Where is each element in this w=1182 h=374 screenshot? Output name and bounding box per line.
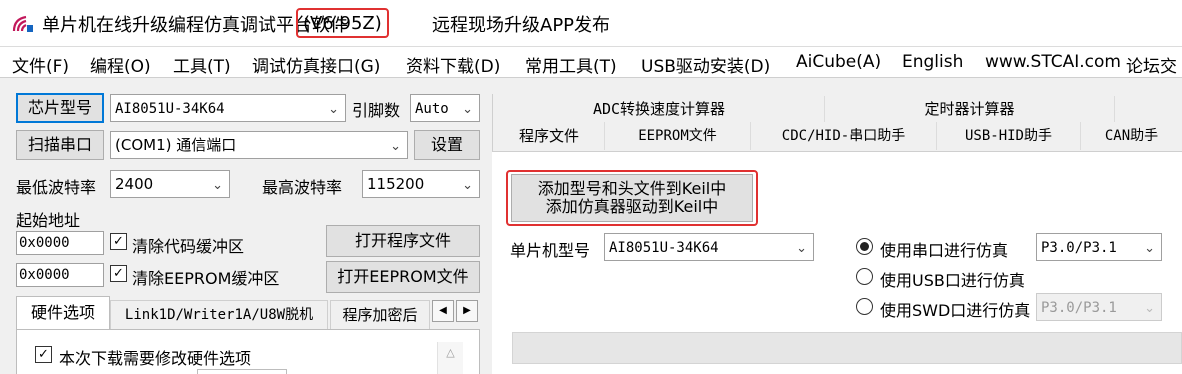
serial-pins-select[interactable]: P3.0/P3.1 ⌄ (1036, 233, 1162, 261)
max-baud-value: 115200 (367, 175, 425, 193)
pin-count-label: 引脚数 (352, 101, 401, 120)
menu-aicube[interactable]: AiCube(A) (796, 52, 881, 72)
tab-hardware-options[interactable]: 硬件选项 (16, 296, 110, 330)
max-baud-select[interactable]: 115200 ⌄ (362, 170, 480, 198)
add-to-keil-button[interactable]: 添加型号和头文件到Keil中 添加仿真器驱动到Keil中 (511, 174, 753, 222)
start-address-label: 起始地址 (16, 211, 81, 230)
menu-downloads[interactable]: 资料下载(D) (406, 52, 500, 77)
code-start-address-input[interactable]: 0x0000 (16, 231, 104, 255)
mcu-model-select[interactable]: AI8051U-34K64 ⌄ (604, 233, 814, 261)
menu-bar: 文件(F) 编程(O) 工具(T) 调试仿真接口(G) 资料下载(D) 常用工具… (0, 46, 1182, 78)
radio-swd-label: 使用SWD口进行仿真 (880, 301, 1031, 320)
radio-serial-debug[interactable] (856, 238, 873, 255)
min-baud-label: 最低波特率 (16, 178, 97, 197)
app-logo-icon (12, 15, 33, 32)
radio-serial-label: 使用串口进行仿真 (880, 241, 1009, 260)
version-label: (V6.95Z) (296, 8, 389, 38)
open-program-file-button[interactable]: 打开程序文件 (326, 225, 480, 257)
chevron-down-icon: ⌄ (390, 139, 401, 154)
open-eeprom-file-button[interactable]: 打开EEPROM文件 (326, 261, 480, 293)
tab-scroll-right-icon[interactable]: ▶ (456, 300, 478, 322)
debug-tab-panel: 添加型号和头文件到Keil中 添加仿真器驱动到Keil中 单片机型号 AI805… (492, 151, 1182, 374)
chevron-down-icon: ⌄ (1144, 241, 1155, 256)
menu-program[interactable]: 编程(O) (90, 52, 151, 77)
tab-offline-programmer[interactable]: Link1D/Writer1A/U8W脱机 (110, 300, 328, 330)
radio-usb-label: 使用USB口进行仿真 (880, 271, 1025, 290)
add-debugger-driver-label: 添加仿真器驱动到Keil中 (545, 197, 719, 216)
chevron-down-icon: ⌄ (328, 102, 339, 117)
chevron-down-icon: ⌄ (796, 241, 807, 256)
eeprom-start-address-input[interactable]: 0x0000 (16, 263, 104, 287)
pin-count-select[interactable]: Auto ⌄ (410, 94, 480, 122)
swd-pins-value: P3.0/P3.1 (1041, 300, 1117, 316)
title-announcement: 远程现场升级APP发布 (432, 15, 611, 36)
progress-area (512, 332, 1182, 364)
menu-usb-driver[interactable]: USB驱动安装(D) (641, 52, 770, 77)
clear-eeprom-label: 清除EEPROM缓冲区 (132, 269, 280, 288)
chip-model-button[interactable]: 芯片型号 (16, 93, 104, 123)
clear-code-label: 清除代码缓冲区 (132, 237, 245, 256)
mcu-model-value: AI8051U-34K64 (609, 240, 719, 256)
radio-swd-debug[interactable] (856, 298, 873, 315)
chevron-down-icon: ⌄ (462, 102, 473, 117)
menu-english[interactable]: English (902, 52, 963, 72)
tab-encryption[interactable]: 程序加密后 (330, 300, 430, 330)
chevron-down-icon: ⌄ (1144, 301, 1155, 316)
title-bar: 单片机在线升级编程仿真调试平台软件 (V6.95Z) 远程现场升级APP发布 (0, 0, 1182, 46)
radio-usb-debug[interactable] (856, 268, 873, 285)
tab-scroll-left-icon[interactable]: ◀ (432, 300, 454, 322)
serial-pins-value: P3.0/P3.1 (1041, 240, 1117, 256)
tab-usb-hid[interactable]: USB-HID助手 (936, 122, 1080, 150)
tab-hidden (1114, 96, 1182, 122)
modify-hw-options-checkbox[interactable]: ✓ (35, 346, 52, 363)
add-header-to-keil-label: 添加型号和头文件到Keil中 (537, 179, 727, 198)
tab-program-file[interactable]: 程序文件 (494, 122, 604, 150)
menu-forum[interactable]: 论坛交 (1126, 52, 1177, 77)
modify-hw-options-label: 本次下载需要修改硬件选项 (59, 349, 252, 368)
radio-selected-dot (860, 242, 869, 251)
min-baud-select[interactable]: 2400 ⌄ (110, 170, 230, 198)
settings-button[interactable]: 设置 (414, 130, 480, 160)
menu-tools[interactable]: 工具(T) (173, 52, 231, 77)
partial-control (197, 369, 287, 374)
tab-cdc-hid-serial[interactable]: CDC/HID-串口助手 (750, 122, 936, 150)
tab-can-helper[interactable]: CAN助手 (1080, 122, 1182, 150)
clear-code-checkbox[interactable]: ✓ (110, 233, 127, 250)
mcu-model-label: 单片机型号 (510, 241, 591, 260)
chip-model-select[interactable]: AI8051U-34K64 ⌄ (110, 94, 346, 122)
com-port-value: (COM1) 通信端口 (115, 136, 237, 154)
chevron-down-icon: ⌄ (212, 178, 223, 193)
max-baud-label: 最高波特率 (262, 178, 343, 197)
tab-adc-calculator[interactable]: ADC转换速度计算器 (494, 96, 824, 122)
min-baud-value: 2400 (115, 175, 154, 193)
scan-port-button[interactable]: 扫描串口 (16, 130, 104, 160)
scroll-up-icon[interactable]: △ (437, 342, 463, 374)
tab-eeprom-file[interactable]: EEPROM文件 (604, 122, 750, 150)
chevron-down-icon: ⌄ (462, 178, 473, 193)
menu-file[interactable]: 文件(F) (12, 52, 69, 77)
menu-common-tools[interactable]: 常用工具(T) (525, 52, 617, 77)
pin-count-value: Auto (415, 101, 449, 117)
com-port-select[interactable]: (COM1) 通信端口 ⌄ (110, 131, 408, 159)
swd-pins-select: P3.0/P3.1 ⌄ (1036, 293, 1162, 321)
clear-eeprom-checkbox[interactable]: ✓ (110, 265, 127, 282)
menu-website[interactable]: www.STCAI.com (985, 52, 1121, 72)
hardware-options-panel: ✓ 本次下载需要修改硬件选项 △ (16, 329, 480, 374)
menu-debug-interface[interactable]: 调试仿真接口(G) (252, 52, 380, 77)
chip-model-value: AI8051U-34K64 (115, 101, 225, 117)
tab-timer-calculator[interactable]: 定时器计算器 (824, 96, 1114, 122)
